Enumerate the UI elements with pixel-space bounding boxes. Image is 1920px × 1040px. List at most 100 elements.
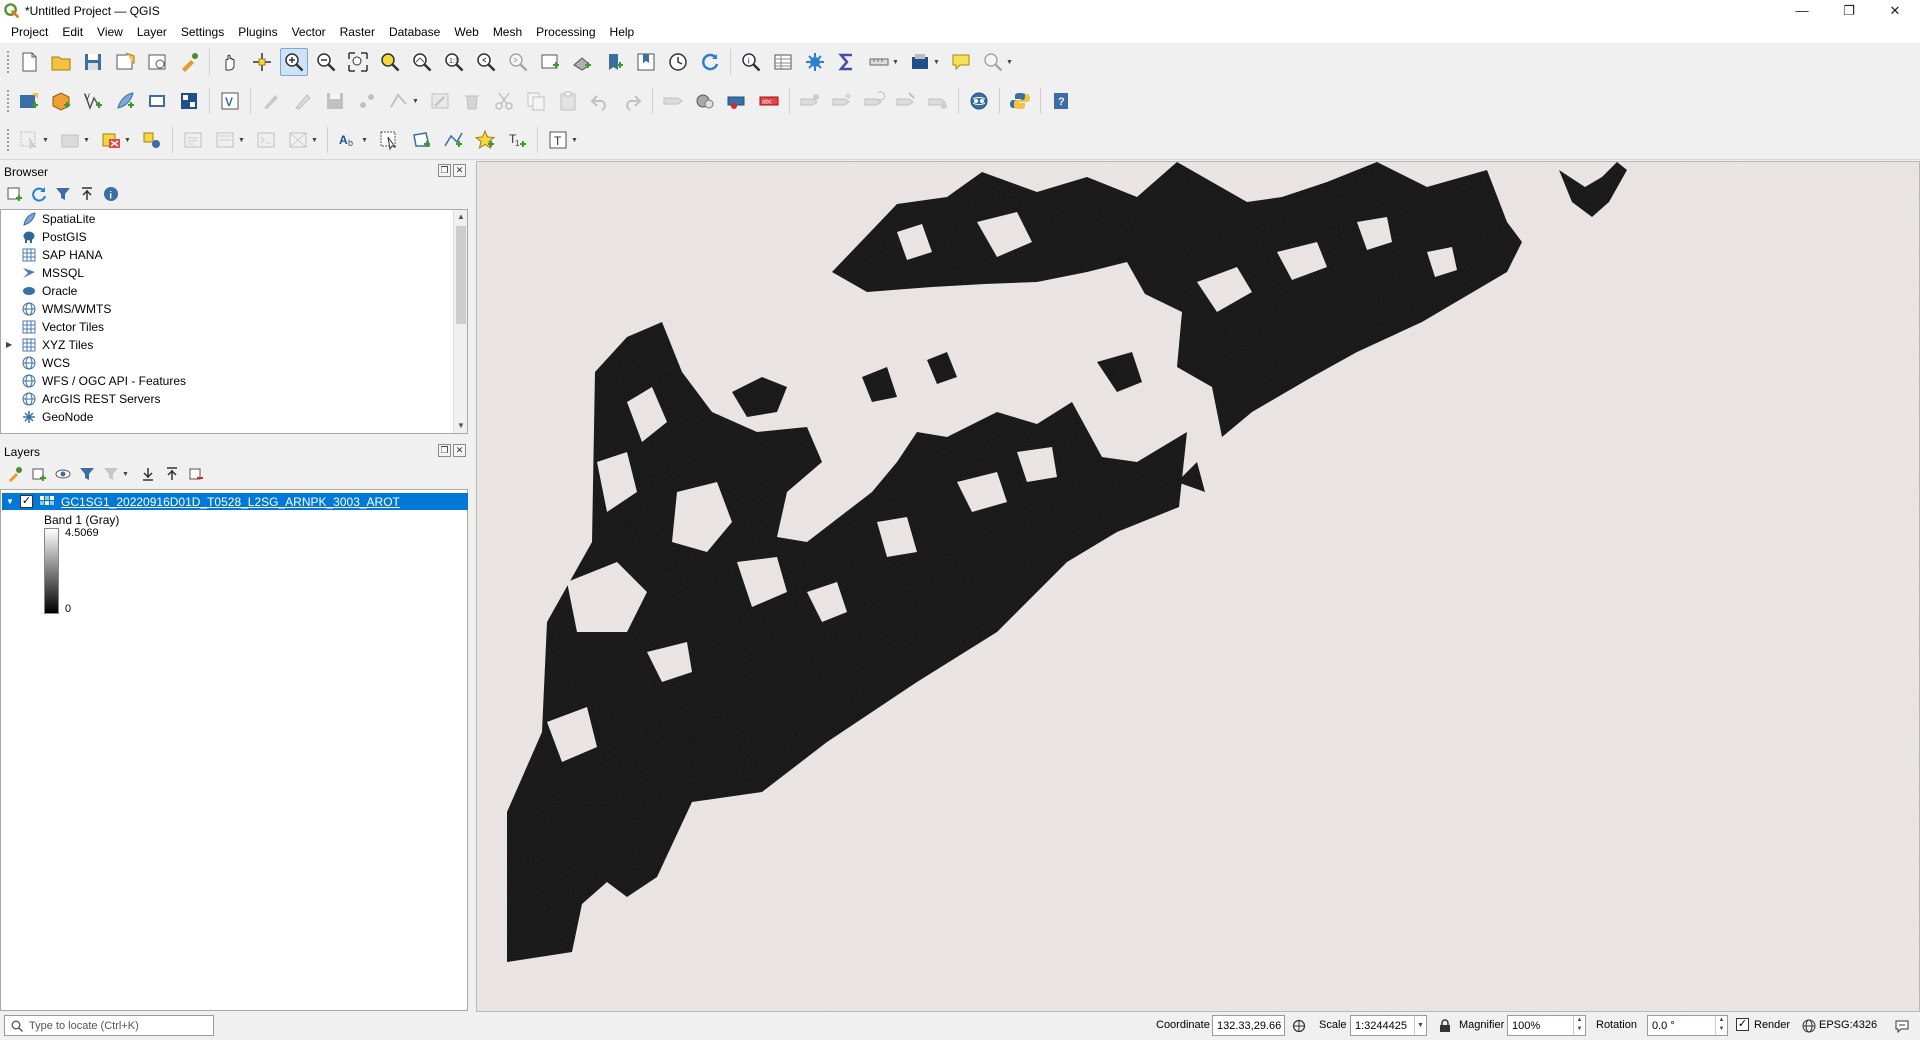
menu-raster[interactable]: Raster [333, 21, 382, 43]
new-print-layout-icon[interactable] [111, 48, 139, 76]
new-virtual-layer-icon[interactable] [175, 87, 203, 115]
menu-view[interactable]: View [90, 21, 130, 43]
help-icon[interactable]: ? [1047, 87, 1075, 115]
dropdown-arrow-icon[interactable]: ▼ [412, 98, 421, 105]
messages-icon[interactable] [1893, 1017, 1911, 1035]
modify-attributes-icon[interactable] [426, 87, 454, 115]
locator-search[interactable]: Type to locate (Ctrl+K) [4, 1015, 214, 1036]
modify-annotations-icon[interactable] [375, 126, 403, 154]
deselect-features-icon[interactable] [97, 126, 125, 154]
magnifier-spin-icon[interactable]: ▲ ▼ [1573, 1016, 1585, 1035]
browser-item-postgis[interactable]: PostGIS [1, 228, 467, 246]
refresh-icon[interactable] [29, 184, 49, 204]
collapse-all-icon[interactable] [77, 184, 97, 204]
close-button[interactable]: ✕ [1872, 0, 1918, 21]
lock-scale-icon[interactable] [1436, 1017, 1454, 1035]
menu-database[interactable]: Database [382, 21, 447, 43]
dropdown-arrow-icon[interactable]: ▼ [122, 471, 131, 478]
scrollbar-thumb[interactable] [456, 226, 466, 324]
browser-item-sap-hana[interactable]: SAP HANA [1, 246, 467, 264]
form-annotation-icon[interactable] [211, 126, 239, 154]
layout-manager-icon[interactable] [143, 48, 171, 76]
temporal-controller-icon[interactable] [664, 48, 692, 76]
paste-features-icon[interactable] [554, 87, 582, 115]
layer-visibility-checkbox[interactable]: ✓ [20, 495, 33, 508]
close-panel-icon[interactable]: ✕ [453, 444, 466, 457]
browser-item-xyz-tiles[interactable]: ▶ XYZ Tiles [1, 336, 467, 354]
menu-help[interactable]: Help [603, 21, 642, 43]
browser-item-wfs-ogc-api-features[interactable]: WFS / OGC API - Features [1, 372, 467, 390]
create-marker-annotation-icon[interactable] [471, 126, 499, 154]
style-manager-icon[interactable] [175, 48, 203, 76]
change-label-icon[interactable] [892, 87, 920, 115]
show-hide-labels-icon[interactable] [796, 87, 824, 115]
crs-globe-icon[interactable] [1800, 1017, 1818, 1035]
toolbar-grip[interactable] [6, 50, 10, 74]
select-by-location-icon[interactable] [138, 126, 166, 154]
html-annotation-icon[interactable] [252, 126, 280, 154]
toggle-extents-icon[interactable] [1290, 1017, 1308, 1035]
vertex-tool-icon[interactable] [385, 87, 413, 115]
layer-name[interactable]: GC1SG1_20220916D01D_T0528_L2SG_ARNPK_300… [61, 495, 400, 509]
manage-map-themes-icon[interactable] [53, 464, 73, 484]
layer-row-selected[interactable]: ▼ ✓ GC1SG1_20220916D01D_T0528_L2SG_ARNPK… [2, 493, 468, 510]
close-panel-icon[interactable]: ✕ [453, 164, 466, 177]
restore-button[interactable]: ❐ [1826, 0, 1872, 21]
filter-legend-by-expression-icon[interactable] [101, 464, 121, 484]
browser-scrollbar[interactable]: ▲ ▼ [453, 210, 467, 433]
feature-action-icon[interactable] [979, 48, 1007, 76]
new-3d-map-view-icon[interactable] [568, 48, 596, 76]
refresh-icon[interactable] [696, 48, 724, 76]
dropdown-arrow-icon[interactable]: ▼ [933, 59, 942, 66]
dropdown-arrow-icon[interactable]: ▼ [571, 137, 580, 144]
dropdown-arrow-icon[interactable]: ▼ [42, 137, 51, 144]
menu-vector[interactable]: Vector [285, 21, 333, 43]
rotation-spin-icon[interactable]: ▲ ▼ [1715, 1016, 1727, 1035]
browser-item-wcs[interactable]: WCS [1, 354, 467, 372]
browser-item-arcgis-rest-servers[interactable]: ArcGIS REST Servers [1, 390, 467, 408]
remove-layer-icon[interactable] [186, 464, 206, 484]
pan-map-icon[interactable] [216, 48, 244, 76]
create-polygon-annotation-icon[interactable] [407, 126, 435, 154]
new-spatialite-layer-icon[interactable] [111, 87, 139, 115]
delete-selected-icon[interactable] [458, 87, 486, 115]
text-format-icon[interactable]: T [544, 126, 572, 154]
pan-to-selection-icon[interactable] [248, 48, 276, 76]
new-map-view-icon[interactable] [536, 48, 564, 76]
dropdown-arrow-icon[interactable]: ▼ [238, 137, 247, 144]
measure-icon[interactable] [865, 48, 893, 76]
crs-label[interactable]: EPSG:4326 [1819, 1019, 1877, 1031]
collapse-layer-icon[interactable]: ▼ [6, 497, 18, 506]
browser-item-geonode[interactable]: GeoNode [1, 408, 467, 426]
minimize-button[interactable]: — [1779, 0, 1825, 21]
browser-item-mssql[interactable]: MSSQL [1, 264, 467, 282]
menu-settings[interactable]: Settings [174, 21, 231, 43]
menu-layer[interactable]: Layer [130, 21, 174, 43]
undo-icon[interactable] [586, 87, 614, 115]
osm-place-search-icon[interactable] [965, 87, 993, 115]
toolbar-grip[interactable] [6, 128, 10, 152]
zoom-to-selection-icon[interactable] [376, 48, 404, 76]
menu-plugins[interactable]: Plugins [231, 21, 284, 43]
layer-labeling-icon[interactable] [691, 87, 719, 115]
filter-browser-icon[interactable] [53, 184, 73, 204]
show-bookmarks-icon[interactable] [632, 48, 660, 76]
pin-labels-icon[interactable] [723, 87, 751, 115]
new-spatial-bookmark-icon[interactable] [600, 48, 628, 76]
create-text-point-annotation-icon[interactable]: T1 [503, 126, 531, 154]
create-line-annotation-icon[interactable] [439, 126, 467, 154]
identify-features-icon[interactable]: i [737, 48, 765, 76]
browser-item-oracle[interactable]: Oracle [1, 282, 467, 300]
browser-item-wms-wmts[interactable]: WMS/WMTS [1, 300, 467, 318]
add-point-feature-icon[interactable] [353, 87, 381, 115]
dropdown-arrow-icon[interactable]: ▼ [892, 59, 901, 66]
highlight-pinned-labels-icon[interactable]: abc [755, 87, 783, 115]
map-tips-icon[interactable] [906, 48, 934, 76]
zoom-to-layer-icon[interactable] [408, 48, 436, 76]
rotation-field[interactable]: 0.0 ° ▲ ▼ [1647, 1015, 1728, 1036]
menu-processing[interactable]: Processing [529, 21, 602, 43]
create-text-annotation-icon[interactable]: Ab [334, 126, 362, 154]
scale-dropdown-icon[interactable]: ▼ [1414, 1016, 1426, 1035]
select-by-value-icon[interactable] [56, 126, 84, 154]
dropdown-arrow-icon[interactable]: ▼ [361, 137, 370, 144]
